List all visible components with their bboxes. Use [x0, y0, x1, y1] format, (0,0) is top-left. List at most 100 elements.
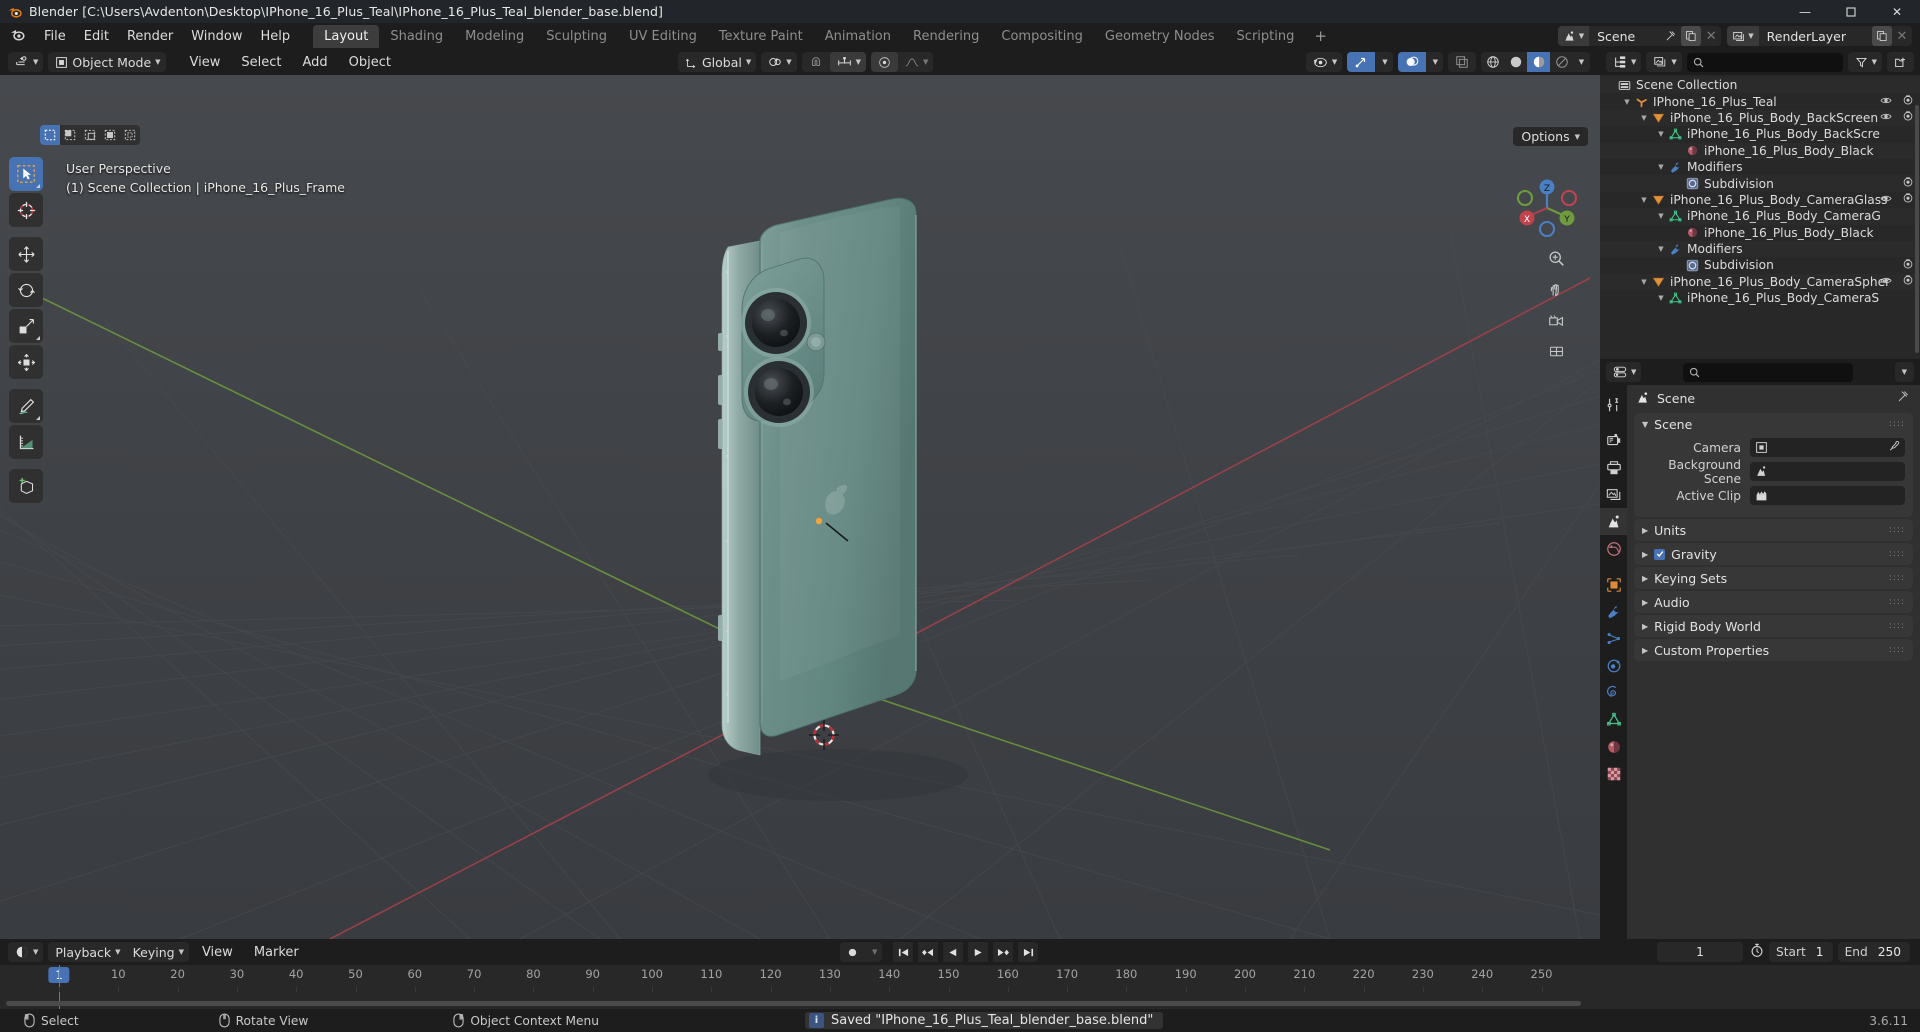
tab-geometry-nodes[interactable]: Geometry Nodes [1094, 25, 1226, 48]
zoom-view-icon[interactable] [1545, 247, 1567, 269]
outliner-row[interactable]: ▼ iPhone_16_Plus_Body_CameraG [1600, 208, 1920, 225]
camera-field[interactable] [1750, 438, 1905, 457]
tool-transform[interactable] [9, 345, 43, 379]
timeline-editor[interactable]: ▼ Playback ▼ Keying ▼ View Marker ▼ 1 St… [0, 939, 1920, 1009]
viewlayer-browse-icon[interactable]: ▼ [1727, 26, 1759, 46]
menu-render[interactable]: Render [118, 26, 182, 47]
proportional-edit-icon[interactable] [871, 52, 899, 72]
pivot-point-selector[interactable]: ▼ [761, 52, 797, 72]
show-overlays-icon[interactable] [1397, 52, 1426, 72]
properties-tab-particles[interactable] [1600, 625, 1627, 652]
new-scene-icon[interactable] [1681, 26, 1702, 46]
current-frame-field[interactable]: 1 [1657, 942, 1744, 962]
jump-to-end-button[interactable] [1018, 942, 1039, 962]
tool-rotate[interactable] [9, 273, 43, 307]
disable-in-renders-icon[interactable] [1902, 258, 1914, 273]
outliner-tree[interactable]: Scene Collection ▼ IPhone_16_Plus_Teal ▼ iPh… [1600, 75, 1920, 359]
shading-rendered-icon[interactable] [1550, 52, 1573, 72]
panel-header[interactable]: ▶ Rigid Body World:::: [1634, 615, 1913, 637]
transform-orientation-selector[interactable]: Global ▼ [678, 52, 757, 72]
expand-triangle-icon[interactable]: ▼ [1638, 196, 1650, 204]
expand-triangle-icon[interactable]: ▼ [1621, 98, 1633, 106]
hide-in-viewport-icon[interactable] [1880, 111, 1892, 125]
select-intersect-icon[interactable] [120, 125, 140, 145]
outliner-row[interactable]: ▼ iPhone_16_Plus_Body_BackScreen [1600, 109, 1920, 127]
gizmo-options-icon[interactable]: ▼ [1375, 52, 1392, 72]
properties-tab-view-layer[interactable] [1600, 481, 1627, 508]
pin-id-icon[interactable] [1897, 390, 1910, 406]
disable-in-renders-icon[interactable] [1902, 274, 1914, 289]
tool-scale[interactable] [9, 309, 43, 343]
add-workspace-button[interactable]: + [1305, 25, 1336, 47]
outliner-row[interactable]: ▼ iPhone_16_Plus_Body_CameraSpher [1600, 273, 1920, 291]
toggle-orthographic-icon[interactable] [1545, 340, 1567, 362]
shading-wireframe-icon[interactable] [1481, 52, 1504, 72]
viewport-canvas[interactable] [0, 75, 1600, 939]
outliner-row[interactable]: Subdivision [1600, 257, 1920, 273]
outliner-row[interactable]: ▼ IPhone_16_Plus_Teal [1600, 93, 1920, 109]
outliner-editor-type[interactable]: ▼ [1606, 52, 1642, 72]
panel-scene-header[interactable]: ▼ Scene :::: [1634, 413, 1913, 435]
maximize-button[interactable] [1828, 0, 1874, 23]
hide-in-viewport-icon[interactable] [1880, 95, 1892, 109]
select-invert-icon[interactable] [100, 125, 120, 145]
timeline-body[interactable]: 1102030405060708090100110120130140150160… [0, 965, 1920, 1009]
object-mode-selector[interactable]: Object Mode ▼ [48, 52, 166, 72]
properties-editor[interactable]: ▼ ▼ Scene ▼ Scene:::: Camera Background… [1600, 359, 1920, 1019]
start-frame-field[interactable]: Start 1 [1769, 942, 1833, 962]
tab-rendering[interactable]: Rendering [902, 25, 990, 48]
tool-expand-corner[interactable] [36, 416, 40, 420]
status-report[interactable]: i Saved "IPhone_16_Plus_Teal_blender_bas… [805, 1012, 1164, 1029]
blender-menu-icon[interactable] [10, 27, 25, 46]
outliner-row[interactable]: ▼ iPhone_16_Plus_Body_BackScre [1600, 126, 1920, 142]
proportional-editing-group[interactable]: ▼ [871, 52, 934, 72]
new-collection-button[interactable] [1887, 52, 1914, 72]
background-scene-field[interactable] [1750, 462, 1905, 481]
new-collection-icon[interactable] [1887, 52, 1914, 72]
tool-expand-corner[interactable] [36, 184, 40, 188]
object-visibility-icon[interactable]: ▼ [1306, 52, 1342, 72]
tab-scripting[interactable]: Scripting [1226, 25, 1306, 48]
viewport-menu-view[interactable]: View [182, 53, 229, 72]
overlay-toggle-group[interactable]: ▼ [1397, 52, 1443, 72]
timeline-editor-type-icon[interactable]: ▼ [8, 942, 43, 962]
disable-in-renders-icon[interactable] [1902, 94, 1914, 109]
filter-icon[interactable]: ▼ [1848, 52, 1882, 72]
expand-triangle-icon[interactable]: ▼ [1655, 294, 1667, 302]
new-viewlayer-icon[interactable] [1872, 26, 1892, 46]
keying-menu-button[interactable]: Keying ▼ [126, 942, 189, 962]
viewport-options-button[interactable]: Options ▼ [1513, 127, 1588, 146]
play-button[interactable] [968, 942, 989, 962]
tab-modeling[interactable]: Modeling [454, 25, 535, 48]
panel-header[interactable]: ▶ Gravity:::: [1634, 543, 1913, 565]
playback-menu-button[interactable]: Playback ▼ [48, 942, 125, 962]
outliner-row[interactable]: iPhone_16_Plus_Body_Black [1600, 142, 1920, 159]
properties-tab-world[interactable] [1600, 535, 1627, 562]
properties-options-icon[interactable]: ▼ [1895, 362, 1914, 382]
tool-expand-corner[interactable] [36, 336, 40, 340]
play-reverse-button[interactable] [943, 942, 964, 962]
timeline-editor-type[interactable]: ▼ [8, 942, 44, 962]
tab-uv-editing[interactable]: UV Editing [618, 25, 708, 48]
outliner-row[interactable]: ▼ Modifiers [1600, 159, 1920, 175]
shading-material-preview-icon[interactable] [1527, 52, 1550, 72]
expand-triangle-icon[interactable]: ▼ [1655, 163, 1667, 171]
viewlayer-selector[interactable]: ▼ RenderLayer ✕ [1727, 26, 1912, 46]
properties-tab-physics[interactable] [1600, 652, 1627, 679]
properties-tab-modifier[interactable] [1600, 598, 1627, 625]
minimize-button[interactable]: — [1782, 0, 1828, 23]
close-button[interactable]: ✕ [1874, 0, 1920, 23]
timeline-ruler[interactable]: 1102030405060708090100110120130140150160… [0, 965, 1920, 1009]
editor-type-icon[interactable]: ▼ [8, 52, 43, 72]
tool-annotate[interactable] [9, 389, 43, 423]
visibility-selector[interactable]: ▼ [1305, 52, 1343, 72]
tool-move[interactable] [9, 237, 43, 271]
outliner-row[interactable]: ▼ iPhone_16_Plus_Body_CameraGlass [1600, 192, 1920, 208]
object-mode-button[interactable]: Object Mode ▼ [48, 52, 165, 72]
menu-help[interactable]: Help [252, 26, 300, 47]
expand-triangle-icon[interactable]: ▼ [1655, 130, 1667, 138]
scene-selector[interactable]: ▼ Scene ✕ [1557, 26, 1722, 46]
properties-tab-object[interactable] [1600, 571, 1627, 598]
tab-sculpting[interactable]: Sculpting [535, 25, 618, 48]
outliner-filter[interactable]: ▼ [1847, 52, 1882, 72]
